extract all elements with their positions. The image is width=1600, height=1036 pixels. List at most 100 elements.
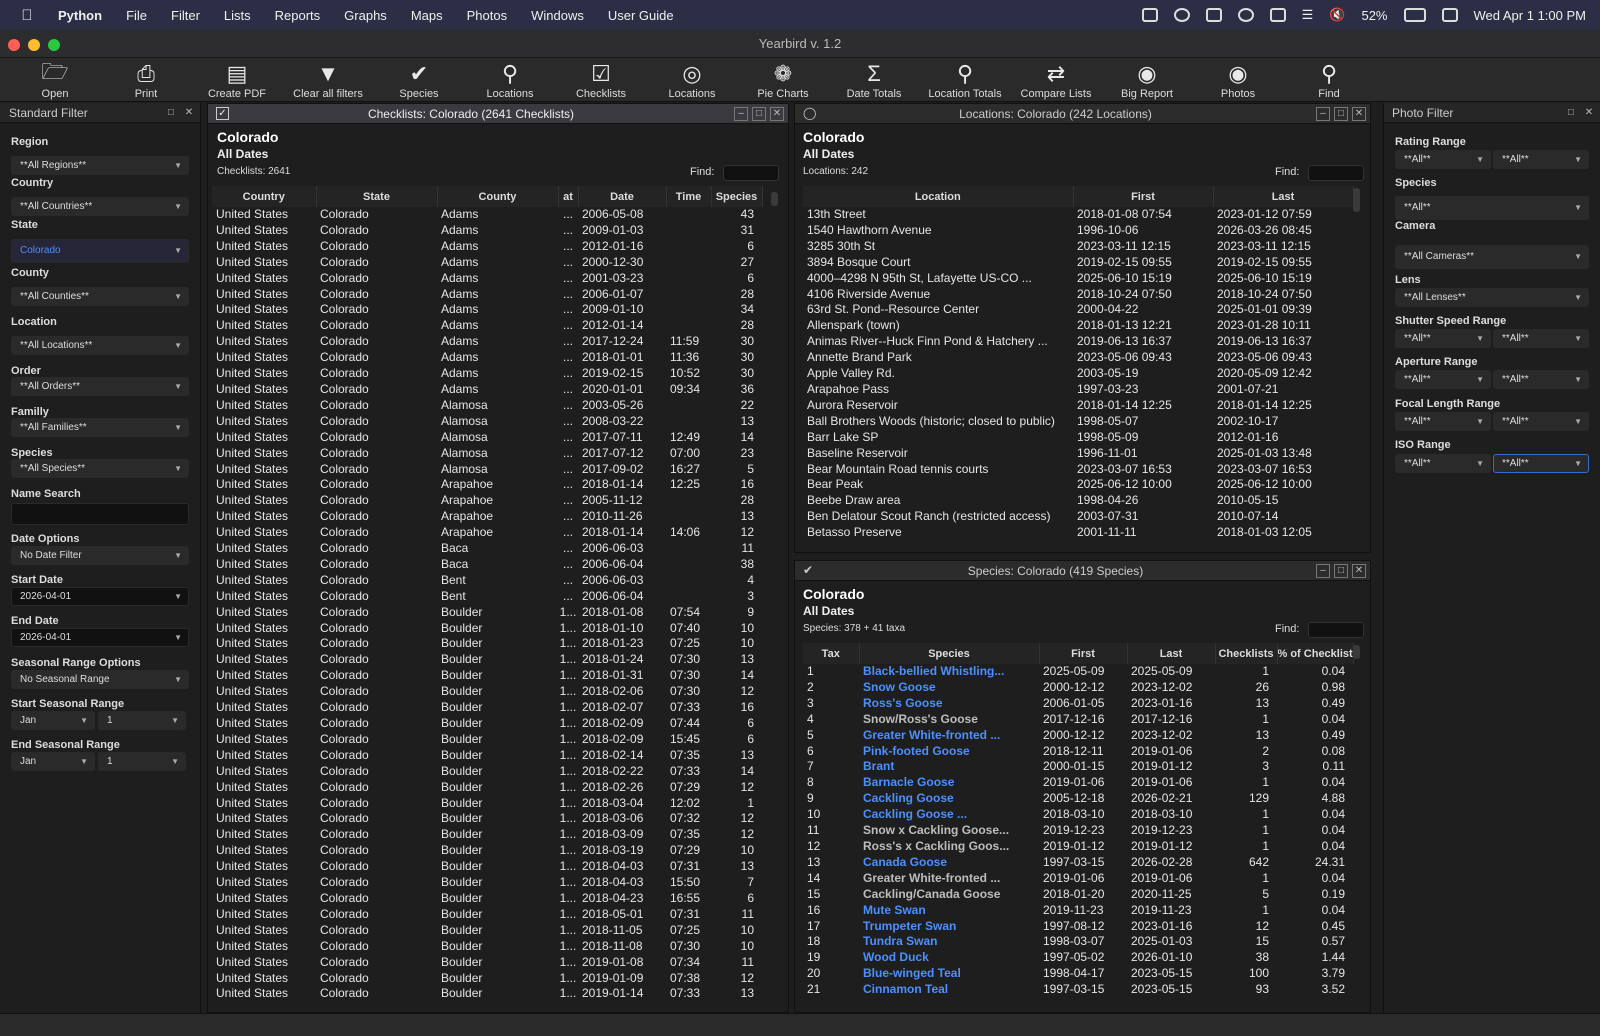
table-row[interactable]: United States Colorado Adams... 2001-03-23 6: [212, 271, 762, 287]
table-row[interactable]: 11 Snow x Cackling Goose... 2019-12-23 2019…: [803, 823, 1353, 839]
toolbar-button-checklists[interactable]: ☑ Checklists: [556, 60, 646, 100]
species-link[interactable]: Greater White-fronted ...: [863, 728, 1000, 742]
column-header-county[interactable]: County: [437, 186, 559, 207]
table-row[interactable]: United States Colorado Adams... 2020-01-01 0…: [212, 382, 762, 398]
filter-select-familly[interactable]: **All Families** ▼: [11, 418, 189, 437]
close-icon[interactable]: ✕: [1352, 563, 1366, 578]
table-cell[interactable]: Mute Swan: [859, 903, 1039, 919]
table-row[interactable]: United States Colorado Boulder 1... 2018-04-…: [212, 891, 762, 907]
table-row[interactable]: Baseline Reservoir 1996-11-01 2025-01-03 1…: [803, 446, 1353, 462]
table-row[interactable]: 13 Canada Goose 1997-03-15 2026-02-28 642 24.…: [803, 855, 1353, 871]
table-row[interactable]: 14 Greater White-fronted ... 2019-01-06 201…: [803, 871, 1353, 887]
table-row[interactable]: United States Colorado Boulder 1... 2018-04-…: [212, 859, 762, 875]
menu-app[interactable]: Python: [46, 8, 114, 23]
close-icon[interactable]: ✕: [1352, 106, 1366, 121]
table-row[interactable]: United States Colorado Alamosa... 2017-09-0…: [212, 462, 762, 478]
table-row[interactable]: Ball Brothers Woods (historic; closed to…: [803, 414, 1353, 430]
table-row[interactable]: United States Colorado Arapahoe... 2018-01-…: [212, 477, 762, 493]
table-row[interactable]: 1 Black-bellied Whistling... 2025-05-09 202…: [803, 664, 1353, 680]
menu-lists[interactable]: Lists: [212, 8, 263, 23]
toolbar-button-compare-lists[interactable]: ⇄ Compare Lists: [1011, 60, 1101, 100]
species-link[interactable]: Snow Goose: [863, 680, 936, 694]
table-row[interactable]: 5 Greater White-fronted ... 2000-12-12 2023…: [803, 728, 1353, 744]
menu-maps[interactable]: Maps: [399, 8, 455, 23]
toolbar-button-locations[interactable]: ◎ Locations: [647, 60, 737, 100]
table-row[interactable]: 7 Brant 2000-01-15 2019-01-12 3 0.11: [803, 759, 1353, 775]
table-cell[interactable]: Cinnamon Teal: [859, 982, 1039, 998]
table-cell[interactable]: Greater White-fronted ...: [859, 871, 1039, 887]
table-row[interactable]: 4 Snow/Ross's Goose 2017-12-16 2017-12-16 1 0…: [803, 712, 1353, 728]
species-link[interactable]: Tundra Swan: [863, 934, 937, 948]
filter-select-state[interactable]: Colorado ▼: [11, 239, 189, 263]
photo-filter-select-3[interactable]: **All Lenses** ▼: [1395, 288, 1589, 307]
table-row[interactable]: United States Colorado Boulder 1... 2018-01-…: [212, 621, 762, 637]
table-cell[interactable]: Tundra Swan: [859, 934, 1039, 950]
photo-filter-select-7-a[interactable]: **All** ▼: [1395, 454, 1491, 473]
table-row[interactable]: United States Colorado Adams... 2012-01-16 6: [212, 239, 762, 255]
table-cell[interactable]: Trumpeter Swan: [859, 919, 1039, 935]
table-row[interactable]: United States Colorado Boulder 1... 2019-01-…: [212, 971, 762, 987]
table-row[interactable]: United States Colorado Adams... 2009-01-10 3…: [212, 302, 762, 318]
table-row[interactable]: United States Colorado Bent... 2006-06-04 3: [212, 589, 762, 605]
table-row[interactable]: United States Colorado Adams... 2017-12-24 1…: [212, 334, 762, 350]
filter-select-species[interactable]: **All Species** ▼: [11, 459, 189, 478]
table-row[interactable]: Bear Peak 2025-06-12 10:00 2025-06-12 10:0…: [803, 477, 1353, 493]
minimize-icon[interactable]: –: [1316, 106, 1330, 121]
table-cell[interactable]: Pink-footed Goose: [859, 744, 1039, 760]
table-row[interactable]: United States Colorado Boulder 1... 2018-03-…: [212, 827, 762, 843]
table-row[interactable]: United States Colorado Boulder 1... 2018-02-…: [212, 748, 762, 764]
locations-scrollbar[interactable]: [1353, 188, 1360, 212]
species-link[interactable]: Brant: [863, 759, 894, 773]
photo-filter-select-5-a[interactable]: **All** ▼: [1395, 370, 1491, 389]
table-cell[interactable]: Black-bellied Whistling...: [859, 664, 1039, 680]
column-header-at[interactable]: at: [558, 186, 579, 207]
toolbar-button-photos[interactable]: ◉ Photos: [1193, 60, 1283, 100]
column-header-first[interactable]: First: [1039, 643, 1128, 664]
table-row[interactable]: United States Colorado Adams... 2012-01-14 2…: [212, 318, 762, 334]
table-row[interactable]: 63rd St. Pond--Resource Center 2000-04-22…: [803, 302, 1353, 318]
table-row[interactable]: United States Colorado Boulder 1... 2018-01-…: [212, 652, 762, 668]
checklists-find-input[interactable]: [723, 165, 779, 181]
table-row[interactable]: 3285 30th St 2023-03-11 12:15 2023-03-11 1…: [803, 239, 1353, 255]
table-row[interactable]: Barr Lake SP 1998-05-09 2012-01-16: [803, 430, 1353, 446]
wifi-icon[interactable]: ☰: [1302, 7, 1314, 23]
photo-filter-select-6-b[interactable]: **All** ▼: [1493, 412, 1589, 431]
filter-select-start-date[interactable]: 2026-04-01 ▼: [11, 587, 189, 606]
table-cell[interactable]: Ross's Goose: [859, 696, 1039, 712]
photo-filter-select-0-a[interactable]: **All** ▼: [1395, 150, 1491, 169]
filter-select-13-b[interactable]: 1 ▼: [98, 711, 186, 730]
filter-select-end-date[interactable]: 2026-04-01 ▼: [11, 628, 189, 647]
table-row[interactable]: United States Colorado Boulder 1... 2018-02-…: [212, 716, 762, 732]
table-row[interactable]: Ben Delatour Scout Ranch (restricted acc…: [803, 509, 1353, 525]
filter-select-13-a[interactable]: Jan ▼: [11, 711, 95, 730]
display-icon[interactable]: [1269, 8, 1286, 22]
photo-filter-select-2[interactable]: **All Cameras** ▼: [1395, 245, 1589, 269]
toolbar-button-open[interactable]: 🗁 Open: [10, 59, 100, 100]
species-link[interactable]: Canada Goose: [863, 855, 947, 869]
species-link[interactable]: Ross's Goose: [863, 696, 943, 710]
column-header-last[interactable]: Last: [1213, 186, 1354, 207]
battery-icon[interactable]: [1403, 8, 1426, 22]
toolbar-button-clear-all-filters[interactable]: ▼ Clear all filters: [283, 60, 373, 100]
species-link[interactable]: Barnacle Goose: [863, 775, 954, 789]
table-row[interactable]: 4000–4298 N 95th St, Lafayette US-CO ...…: [803, 271, 1353, 287]
photo-filter-select-1[interactable]: **All** ▼: [1395, 196, 1589, 220]
column-header-state[interactable]: State: [316, 186, 438, 207]
toolbar-button-pie-charts[interactable]: ❁ Pie Charts: [738, 60, 828, 100]
table-row[interactable]: United States Colorado Arapahoe... 2005-11-…: [212, 493, 762, 509]
table-row[interactable]: 3894 Bosque Court 2019-02-15 09:55 2019-02…: [803, 255, 1353, 271]
table-row[interactable]: United States Colorado Alamosa... 2003-05-2…: [212, 398, 762, 414]
table-cell[interactable]: Ross's x Cackling Goos...: [859, 839, 1039, 855]
table-row[interactable]: Beebe Draw area 1998-04-26 2010-05-15: [803, 493, 1353, 509]
table-cell[interactable]: Cackling Goose: [859, 791, 1039, 807]
table-row[interactable]: United States Colorado Boulder 1... 2018-02-…: [212, 764, 762, 780]
toolbar-button-date-totals[interactable]: Σ Date Totals: [829, 60, 919, 100]
filter-select-order[interactable]: **All Orders** ▼: [11, 377, 189, 396]
filter-select-14-a[interactable]: Jan ▼: [11, 752, 95, 771]
table-row[interactable]: 6 Pink-footed Goose 2018-12-11 2019-01-06 2 0…: [803, 744, 1353, 760]
column-header-species[interactable]: Species: [711, 186, 763, 207]
photo-filter-select-4-b[interactable]: **All** ▼: [1493, 329, 1589, 348]
table-row[interactable]: United States Colorado Boulder 1... 2018-04-…: [212, 875, 762, 891]
table-row[interactable]: United States Colorado Boulder 1... 2018-01-…: [212, 668, 762, 684]
table-row[interactable]: United States Colorado Boulder 1... 2018-02-…: [212, 732, 762, 748]
